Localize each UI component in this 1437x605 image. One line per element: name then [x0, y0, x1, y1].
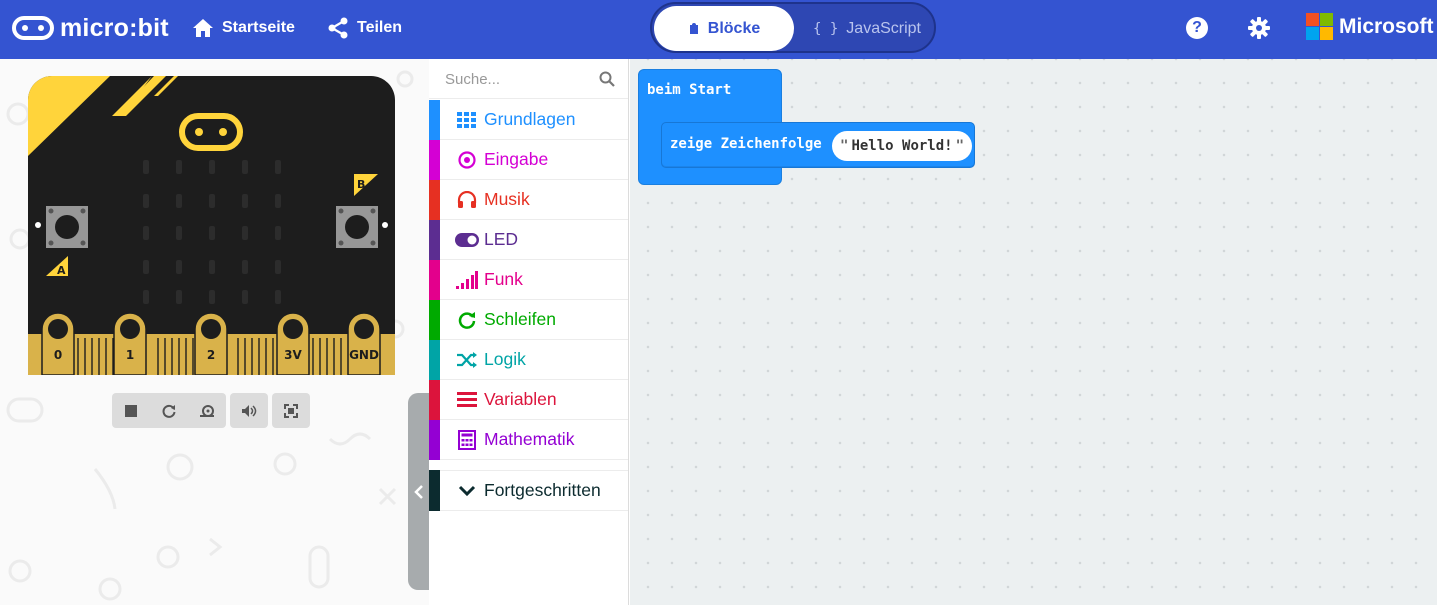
stop-icon [125, 404, 137, 417]
mute-button[interactable] [230, 393, 268, 428]
chevron-down-icon [458, 485, 476, 496]
category-grundlagen[interactable]: Grundlagen [429, 99, 628, 140]
speaker-icon [242, 404, 257, 417]
pin-0-label: 0 [54, 348, 62, 362]
microbit-logo-icon [12, 16, 54, 40]
refresh-icon [458, 311, 476, 329]
on-start-label: beim Start [647, 82, 732, 98]
sim-fullscreen-group [272, 393, 310, 428]
calculator-icon [458, 429, 476, 450]
category-label: Musik [484, 189, 530, 209]
sim-audio-group [230, 393, 268, 428]
fullscreen-icon [284, 403, 298, 418]
show-string-block[interactable]: zeige Zeichenfolge " Hello World! " [661, 122, 975, 168]
category-label: Grundlagen [484, 109, 576, 129]
share-icon [328, 17, 348, 39]
pin-gnd-label: GND [349, 348, 379, 362]
button-a-label: A [57, 264, 66, 277]
category-label: Mathematik [484, 429, 575, 449]
puzzle-icon [689, 22, 698, 34]
fullscreen-button[interactable] [272, 393, 310, 428]
sim-control-group [112, 393, 226, 428]
microsoft-label: Microsoft [1339, 14, 1434, 38]
simulator-panel: A B 0 1 2 3V GND [0, 59, 429, 605]
pin-1-label: 1 [126, 348, 134, 362]
tab-javascript-label: JavaScript [846, 19, 921, 37]
search-input[interactable] [429, 59, 594, 99]
category-variablen[interactable]: Variablen [429, 379, 628, 420]
category-label: Funk [484, 269, 523, 289]
category-logik[interactable]: Logik [429, 339, 628, 380]
advanced-label: Fortgeschritten [484, 480, 601, 500]
share-label: Teilen [357, 19, 403, 36]
quote-open: " [840, 138, 849, 154]
tab-blocks[interactable]: Blöcke [654, 6, 794, 51]
share-button[interactable]: Teilen [327, 16, 402, 40]
grid-icon [457, 111, 476, 128]
tab-javascript[interactable]: { } JavaScript [802, 6, 932, 51]
category-label: Eingabe [484, 149, 549, 169]
list-icon [457, 391, 477, 407]
home-button[interactable]: Startseite [192, 16, 295, 40]
quote-close: " [955, 138, 965, 154]
toolbox: Grundlagen Eingabe Musik LED Funk Schlei… [429, 59, 629, 605]
pin-2-label: 2 [207, 348, 215, 362]
search-icon[interactable] [599, 71, 615, 87]
logo-text: micro:bit [60, 13, 169, 42]
microsoft-grid-icon [1306, 13, 1333, 40]
snail-icon [200, 404, 214, 417]
gear-icon[interactable] [1247, 16, 1271, 40]
category-fortgeschritten[interactable]: Fortgeschritten [429, 470, 628, 511]
category-label: Schleifen [484, 309, 556, 329]
category-musik[interactable]: Musik [429, 179, 628, 220]
microsoft-logo[interactable]: Microsoft [1306, 13, 1434, 40]
signal-icon [456, 270, 478, 289]
string-input[interactable]: " Hello World! " [832, 131, 973, 161]
category-mathematik[interactable]: Mathematik [429, 419, 628, 460]
target-icon [458, 150, 476, 169]
category-label: LED [484, 229, 519, 249]
shuffle-icon [457, 351, 477, 368]
toggle-icon [455, 232, 479, 247]
help-icon[interactable]: ? [1186, 17, 1208, 39]
restart-icon [162, 404, 176, 418]
microbit-logo[interactable]: micro:bit [12, 12, 169, 44]
home-label: Startseite [222, 19, 295, 36]
string-value: Hello World! [851, 138, 953, 154]
on-start-block[interactable]: beim Start zeige Zeichenfolge " Hello Wo… [638, 69, 975, 185]
category-label: Variablen [484, 389, 557, 409]
home-icon [193, 19, 213, 37]
restart-button[interactable] [150, 393, 188, 428]
editor-toggle: Blöcke { } JavaScript [650, 2, 936, 53]
blocks-workspace[interactable]: beim Start zeige Zeichenfolge " Hello Wo… [630, 59, 1437, 605]
slow-motion-button[interactable] [188, 393, 226, 428]
show-string-label: zeige Zeichenfolge [670, 136, 822, 152]
button-b-label: B [357, 178, 365, 191]
category-led[interactable]: LED [429, 219, 628, 260]
category-schleifen[interactable]: Schleifen [429, 299, 628, 340]
stop-button[interactable] [112, 393, 150, 428]
category-label: Logik [484, 349, 526, 369]
simulator-controls [112, 393, 310, 428]
tab-blocks-label: Blöcke [707, 19, 761, 37]
braces-icon: { } [813, 20, 839, 37]
pin-3v-label: 3V [284, 348, 302, 362]
collapse-simulator-button[interactable] [408, 393, 429, 590]
top-bar: micro:bit Startseite Teilen Blöcke { } J… [0, 0, 1437, 59]
category-funk[interactable]: Funk [429, 259, 628, 300]
chevron-left-icon [413, 484, 423, 499]
microbit-board[interactable]: A B 0 1 2 3V GND [28, 76, 395, 375]
category-eingabe[interactable]: Eingabe [429, 139, 628, 180]
toolbox-search [429, 59, 628, 99]
headphones-icon [457, 190, 477, 208]
